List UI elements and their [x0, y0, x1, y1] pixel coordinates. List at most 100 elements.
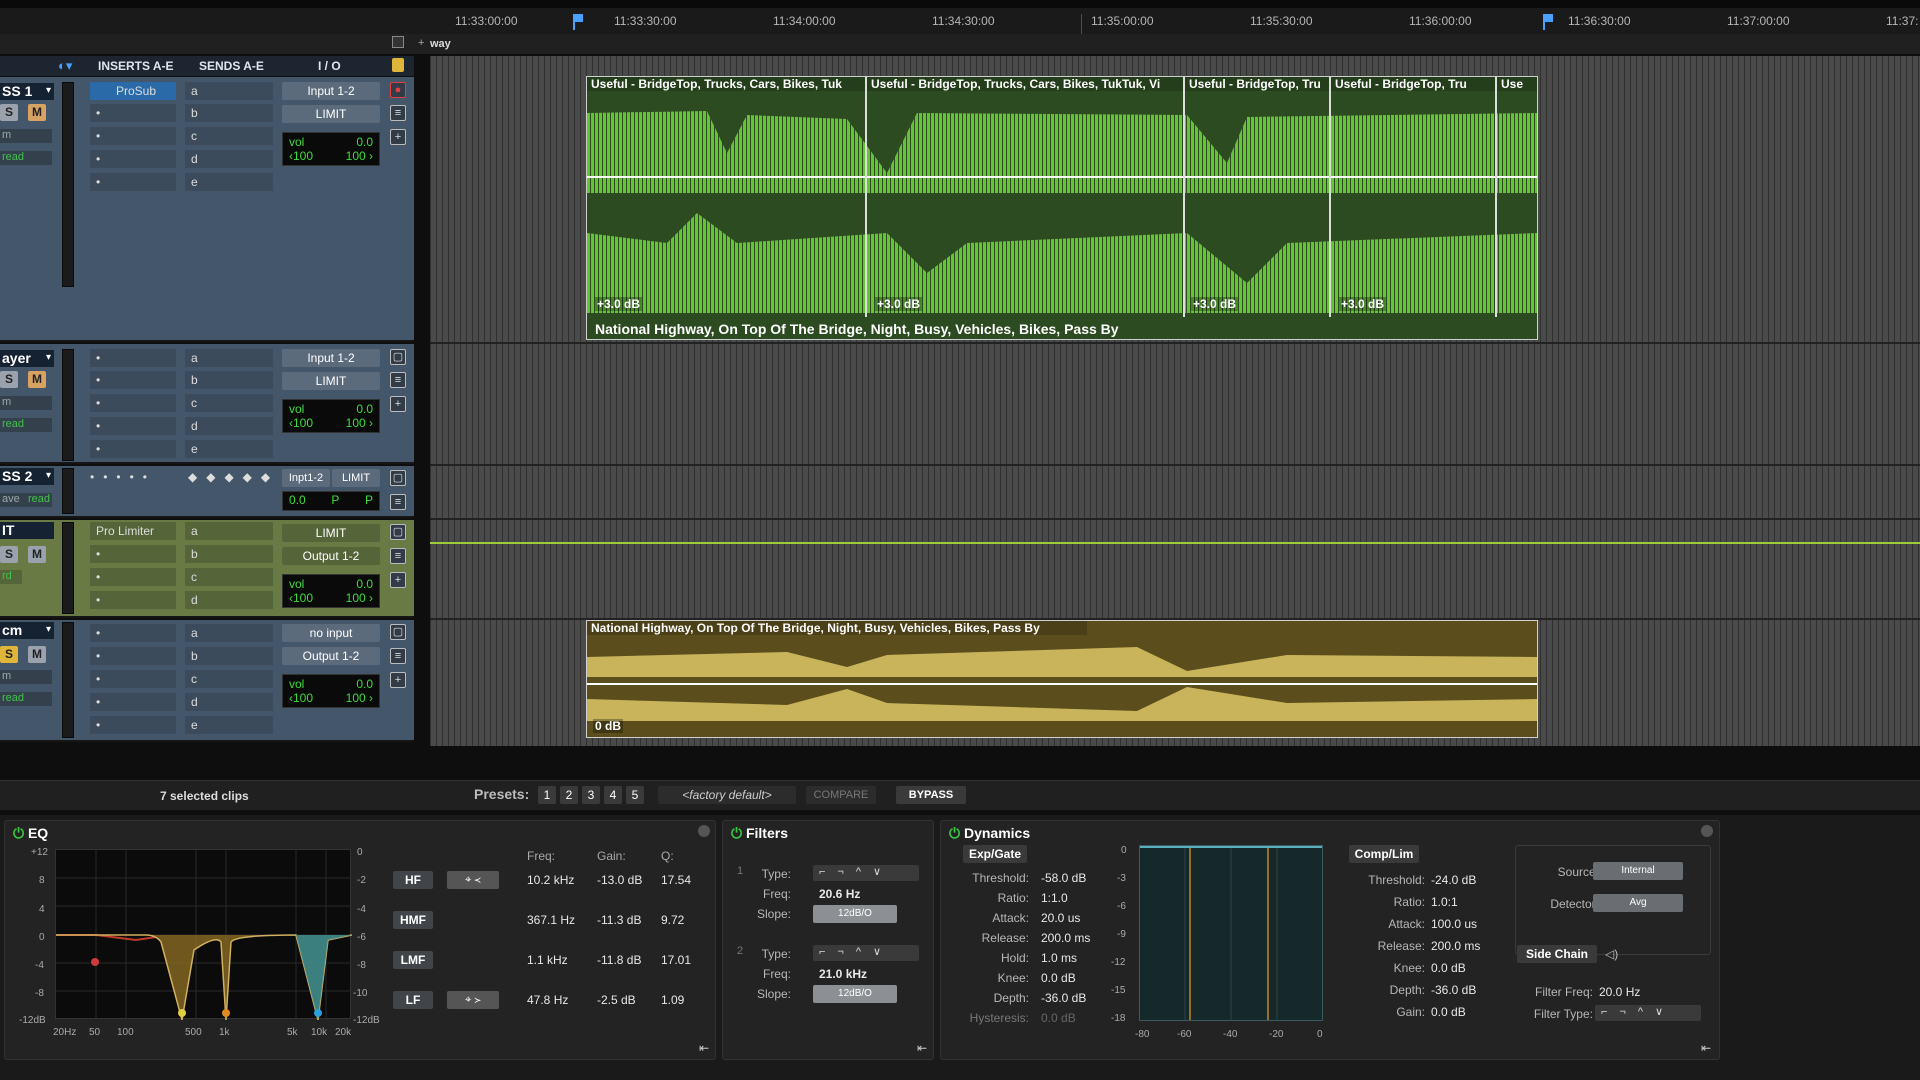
- comp-depth[interactable]: -36.0 dB: [1431, 983, 1476, 997]
- clip-gain[interactable]: +3.0 dB: [875, 297, 923, 311]
- clip-gain[interactable]: +3.0 dB: [1339, 297, 1387, 311]
- volume-pan-display[interactable]: vol 0.0 ‹100 100 ›: [282, 574, 380, 608]
- speaker-icon[interactable]: ◁): [1605, 947, 1618, 961]
- solo-button[interactable]: S: [0, 104, 18, 121]
- mute-button[interactable]: M: [28, 646, 46, 663]
- insert-slot-b[interactable]: •: [90, 545, 176, 563]
- collapse-icon[interactable]: [1701, 825, 1713, 837]
- comp-lim-button[interactable]: Comp/Lim: [1349, 845, 1419, 863]
- record-icon[interactable]: ●: [390, 82, 406, 98]
- insert-slot-c[interactable]: •: [90, 670, 176, 688]
- power-icon[interactable]: ⏻: [731, 825, 742, 841]
- plus-icon[interactable]: +: [390, 672, 406, 688]
- list-icon[interactable]: ≡: [390, 648, 406, 664]
- track-view-selector[interactable]: ave: [0, 493, 26, 507]
- band-q[interactable]: 17.54: [661, 873, 691, 887]
- vol-value[interactable]: 0.0: [289, 493, 306, 507]
- mute-button[interactable]: M: [28, 546, 46, 563]
- gate-release[interactable]: 200.0 ms: [1041, 931, 1090, 945]
- lf-shape-toggle[interactable]: ⌖ ≻: [447, 991, 499, 1009]
- send-slot-b[interactable]: b: [185, 647, 273, 665]
- track-ss1[interactable]: SS 1 ▾ S M m read ProSub • • • • a b c d…: [0, 77, 414, 342]
- mute-button[interactable]: M: [28, 104, 46, 121]
- audio-clip[interactable]: National Highway, On Top Of The Bridge, …: [586, 620, 1538, 738]
- preset-3-button[interactable]: 3: [582, 786, 600, 804]
- insert-slot-a[interactable]: •: [90, 349, 176, 367]
- column-options-icon[interactable]: ◐▾: [58, 58, 72, 74]
- gate-attack[interactable]: 20.0 us: [1041, 911, 1080, 925]
- band-freq[interactable]: 367.1 Hz: [527, 913, 575, 927]
- clip-label[interactable]: National Highway, On Top Of The Bridge, …: [587, 621, 1087, 635]
- plus-icon[interactable]: +: [390, 129, 406, 145]
- vol-value[interactable]: 0.0: [356, 577, 373, 591]
- plus-icon[interactable]: +: [390, 396, 406, 412]
- chevron-down-icon[interactable]: ▾: [46, 85, 51, 96]
- input-selector[interactable]: Input 1-2: [282, 349, 380, 367]
- insert-slot-d[interactable]: •: [90, 693, 176, 711]
- vol-value[interactable]: 0.0: [356, 677, 373, 691]
- clip-boundary[interactable]: [865, 77, 867, 317]
- list-icon[interactable]: ≡: [390, 105, 406, 121]
- filter2-freq[interactable]: 21.0 kHz: [819, 967, 867, 981]
- insert-dots[interactable]: •••••: [90, 470, 156, 484]
- insert-slot-e[interactable]: •: [90, 716, 176, 734]
- track-cm[interactable]: cm ▾ S M m read • • • • • a b c d e no i…: [0, 620, 414, 742]
- send-slot-e[interactable]: e: [185, 716, 273, 734]
- band-q[interactable]: 17.01: [661, 953, 691, 967]
- power-icon[interactable]: ⏻: [13, 825, 24, 841]
- preset-4-button[interactable]: 4: [604, 786, 622, 804]
- automation-mode-selector[interactable]: read: [0, 418, 52, 432]
- comp-release[interactable]: 200.0 ms: [1431, 939, 1480, 953]
- solo-button[interactable]: S: [0, 646, 18, 663]
- send-slot-b[interactable]: b: [185, 545, 273, 563]
- exp-gate-button[interactable]: Exp/Gate: [963, 845, 1027, 863]
- automation-mode-selector[interactable]: read: [0, 151, 52, 165]
- filter2-slope[interactable]: 12dB/O: [813, 985, 897, 1003]
- filter-freq[interactable]: 20.0 Hz: [1599, 985, 1640, 999]
- gate-threshold[interactable]: -58.0 dB: [1041, 871, 1086, 885]
- send-slot-d[interactable]: d: [185, 693, 273, 711]
- insert-slot-b[interactable]: •: [90, 371, 176, 389]
- input-selector[interactable]: LIMIT: [282, 524, 380, 542]
- detector-selector[interactable]: Avg: [1593, 894, 1683, 912]
- insert-slot-c[interactable]: •: [90, 568, 176, 586]
- vol-value[interactable]: 0.0: [356, 402, 373, 416]
- insert-slot-c[interactable]: •: [90, 127, 176, 145]
- band-gain[interactable]: -11.3 dB: [597, 913, 641, 927]
- collapse-icon[interactable]: [698, 825, 710, 837]
- comp-threshold[interactable]: -24.0 dB: [1431, 873, 1476, 887]
- gate-hold[interactable]: 1.0 ms: [1041, 951, 1077, 965]
- insert-slot-a[interactable]: •: [90, 624, 176, 642]
- band-gain[interactable]: -2.5 dB: [597, 993, 636, 1007]
- send-slot-d[interactable]: d: [185, 150, 273, 168]
- send-slot-a[interactable]: a: [185, 522, 273, 540]
- output-selector[interactable]: LIMIT: [282, 105, 380, 123]
- list-icon[interactable]: ≡: [390, 372, 406, 388]
- band-q[interactable]: 1.09: [661, 993, 684, 1007]
- output-selector[interactable]: LIMIT: [332, 469, 380, 487]
- input-selector[interactable]: Inpt1-2: [282, 469, 330, 487]
- output-selector[interactable]: Output 1-2: [282, 547, 380, 565]
- expand-arrow-icon[interactable]: ⇤: [699, 1041, 709, 1055]
- record-icon[interactable]: ▢: [390, 470, 406, 486]
- send-slot-b[interactable]: b: [185, 104, 273, 122]
- record-icon[interactable]: ▢: [390, 349, 406, 365]
- clip-boundary[interactable]: [1183, 77, 1185, 317]
- pan-right[interactable]: P: [365, 493, 373, 507]
- expand-arrow-icon[interactable]: ⇤: [917, 1041, 927, 1055]
- filter-type-selector[interactable]: ⌐¬^∨: [1595, 1005, 1701, 1021]
- plus-icon[interactable]: +: [390, 572, 406, 588]
- insert-slot-b[interactable]: •: [90, 104, 176, 122]
- clip-label[interactable]: Useful - BridgeTop, Trucks, Cars, Bikes,…: [587, 77, 865, 91]
- insert-slot-a[interactable]: ProSub: [90, 82, 176, 100]
- insert-slot-e[interactable]: •: [90, 440, 176, 458]
- filter1-slope[interactable]: 12dB/O: [813, 905, 897, 923]
- record-icon[interactable]: ▢: [390, 624, 406, 640]
- eq-graph[interactable]: [55, 849, 353, 1021]
- send-slot-e[interactable]: e: [185, 440, 273, 458]
- track-ss2[interactable]: SS 2 ▾ ave read ••••• ◆◆◆◆◆ Inpt1-2 LIMI…: [0, 466, 414, 518]
- volume-pan-display[interactable]: vol 0.0 ‹100 100 ›: [282, 674, 380, 708]
- track-ayer[interactable]: ayer ▾ S M m read • • • • • a b c d e In…: [0, 344, 414, 464]
- clip-boundary[interactable]: [1329, 77, 1331, 317]
- solo-button[interactable]: S: [0, 371, 18, 388]
